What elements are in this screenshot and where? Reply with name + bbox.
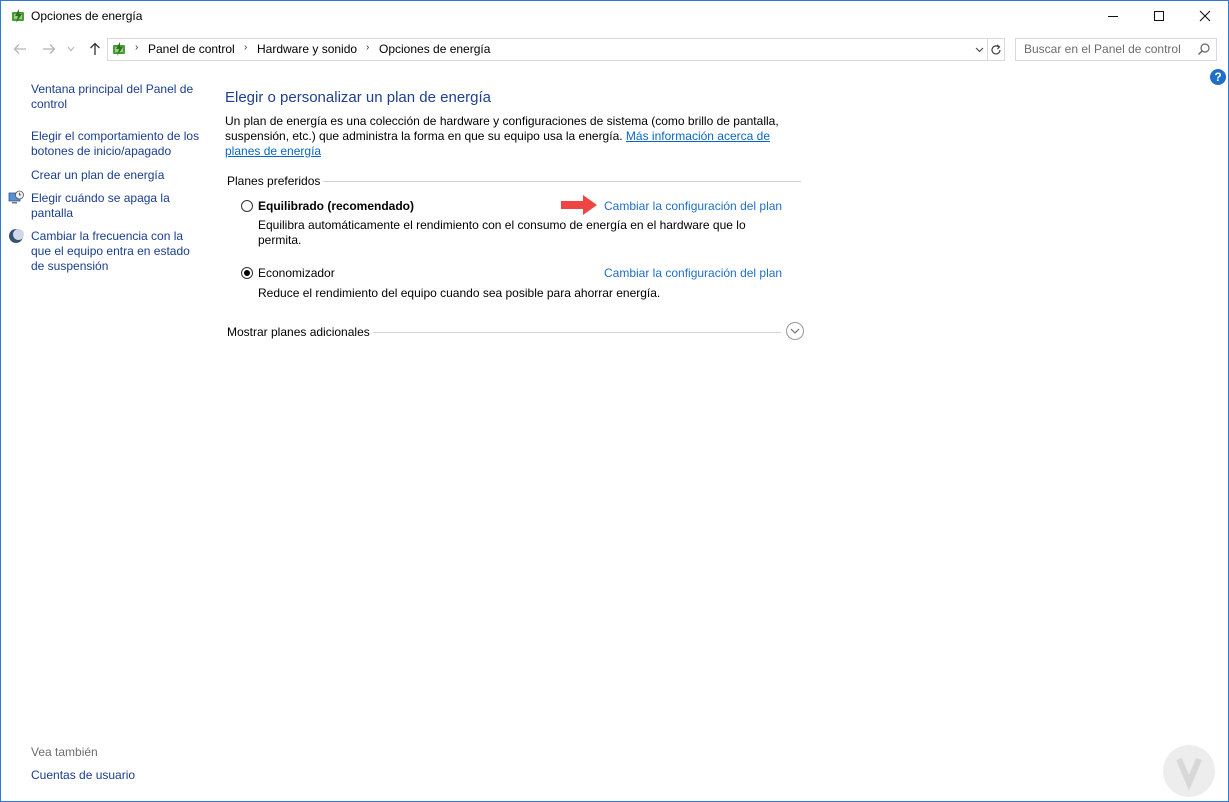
- sidebar-link-display-off[interactable]: Elegir cuándo se apaga la pantalla: [31, 191, 206, 221]
- forward-button[interactable]: [40, 40, 58, 58]
- title-bar: Opciones de energía: [1, 1, 1228, 32]
- sidebar-link-sleep[interactable]: Cambiar la frecuencia con la que el equi…: [31, 229, 206, 274]
- maximize-button[interactable]: [1136, 1, 1182, 31]
- plan-power-saver-description: Reduce el rendimiento del equipo cuando …: [258, 286, 661, 300]
- breadcrumb-power-options[interactable]: Opciones de energía: [379, 42, 490, 56]
- search-input[interactable]: [1016, 39, 1194, 58]
- help-icon[interactable]: ?: [1210, 69, 1226, 85]
- group-divider: [323, 181, 801, 182]
- control-panel-icon: [113, 42, 125, 56]
- chevron-down-icon: [975, 47, 983, 52]
- breadcrumb-control-panel[interactable]: Panel de control: [148, 42, 235, 56]
- close-icon: [1199, 10, 1211, 22]
- breadcrumb-separator-icon: ›: [135, 42, 139, 53]
- radio-plan-power-saver[interactable]: [241, 267, 253, 279]
- preferred-plans-heading: Planes preferidos: [227, 174, 321, 188]
- refresh-icon: [991, 44, 1001, 54]
- minimize-icon: [1108, 16, 1118, 17]
- up-button[interactable]: [86, 40, 104, 58]
- search-box[interactable]: [1015, 38, 1217, 61]
- back-button[interactable]: [11, 40, 29, 58]
- plan-balanced-name[interactable]: Equilibrado (recomendado): [258, 199, 414, 213]
- power-options-window: Opciones de energía › Panel de control ›…: [0, 0, 1229, 802]
- chevron-down-icon: [790, 328, 800, 334]
- sidebar-link-user-accounts[interactable]: Cuentas de usuario: [31, 768, 206, 783]
- plan-power-saver-change-link[interactable]: Cambiar la configuración del plan: [604, 266, 782, 280]
- sidebar-link-create-plan[interactable]: Crear un plan de energía: [31, 168, 206, 183]
- breadcrumb-hardware-sound[interactable]: Hardware y sonido: [257, 42, 357, 56]
- see-also-heading: Vea también: [31, 745, 98, 759]
- radio-plan-balanced[interactable]: [241, 200, 253, 212]
- power-options-icon: [12, 9, 24, 23]
- watermark-logo: [1163, 745, 1215, 797]
- address-bar[interactable]: › Panel de control › Hardware y sonido ›…: [107, 38, 1005, 61]
- window-title: Opciones de energía: [31, 9, 143, 23]
- maximize-icon: [1154, 11, 1164, 21]
- additional-plans-divider: [373, 332, 781, 333]
- plan-balanced-change-link[interactable]: Cambiar la configuración del plan: [604, 199, 782, 213]
- arrow-right-icon: [43, 44, 56, 54]
- show-additional-plans-label[interactable]: Mostrar planes adicionales: [227, 325, 370, 339]
- refresh-button[interactable]: [987, 39, 1004, 60]
- screen-clock-icon: [8, 190, 24, 204]
- breadcrumb-separator-icon[interactable]: ›: [244, 42, 247, 53]
- page-title: Elegir o personalizar un plan de energía: [225, 89, 492, 106]
- close-button[interactable]: [1182, 1, 1228, 31]
- arrow-left-icon: [13, 44, 26, 54]
- recent-locations-button[interactable]: [65, 40, 77, 58]
- page-description: Un plan de energía es una colección de h…: [225, 114, 805, 159]
- address-history-button[interactable]: [971, 39, 987, 60]
- sidebar-link-power-buttons[interactable]: Elegir el comportamiento de los botones …: [31, 129, 206, 159]
- plan-balanced-description: Equilibra automáticamente el rendimiento…: [258, 218, 746, 247]
- moon-icon: [9, 229, 24, 243]
- breadcrumb-separator-icon[interactable]: ›: [366, 42, 369, 53]
- plan-power-saver-name[interactable]: Economizador: [258, 266, 335, 280]
- sidebar-link-control-panel-home[interactable]: Ventana principal del Panel de control: [31, 82, 206, 112]
- search-icon[interactable]: [1197, 42, 1211, 56]
- minimize-button[interactable]: [1090, 1, 1136, 31]
- expand-additional-plans-button[interactable]: [786, 322, 804, 340]
- arrow-up-icon: [90, 42, 100, 55]
- chevron-down-icon: [67, 46, 75, 52]
- red-arrow-icon: [561, 195, 597, 215]
